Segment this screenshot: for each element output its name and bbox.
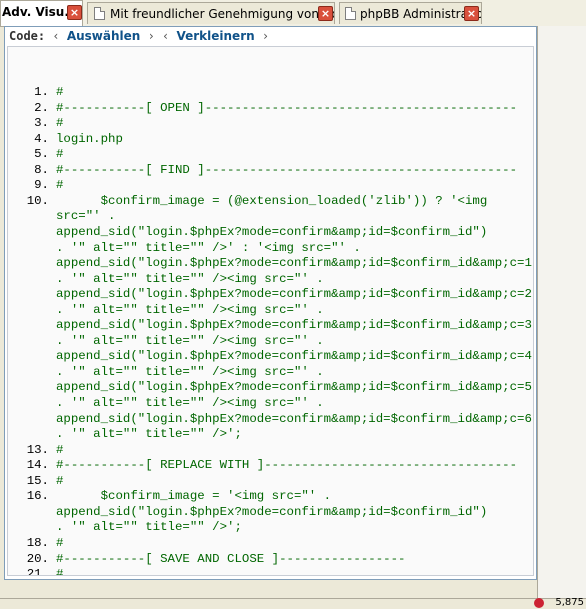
right-pane-edge — [537, 26, 586, 600]
code-line: # — [56, 178, 64, 193]
line-number: 9. — [34, 178, 49, 193]
line-number: 16. — [26, 489, 49, 504]
code-line: src="' . — [56, 209, 116, 224]
code-panel: Code: ‹ Auswählen › ‹ Verkleinern › 1. #2… — [4, 26, 537, 580]
code-line: . '" alt="" title="" /><img src="' . — [56, 333, 324, 348]
code-line: # — [56, 567, 64, 576]
code-line: #-----------[ REPLACE WITH ]------------… — [56, 458, 518, 473]
line-number: 21. — [26, 567, 49, 576]
line-number: 20. — [26, 551, 49, 566]
status-text: 5,875 — [555, 597, 584, 608]
code-line: append_sid("login.$phpEx?mode=confirm&am… — [56, 224, 488, 239]
line-number: 1. — [34, 85, 49, 99]
code-line: append_sid("login.$phpEx?mode=confirm&am… — [56, 380, 534, 395]
line-number: 15. — [26, 473, 49, 488]
status-bar: 5,875 — [0, 597, 586, 609]
code-line: append_sid("login.$phpEx?mode=confirm&am… — [56, 318, 534, 333]
code-line: # — [56, 535, 64, 550]
code-line: append_sid("login.$phpEx?mode=confirm&am… — [56, 287, 534, 302]
code-line: $confirm_image = '<img src="' . — [56, 489, 332, 504]
code-line: # — [56, 147, 64, 162]
tab-adv-visu[interactable]: Adv. Visu... × — [0, 0, 83, 26]
code-line: . '" alt="" title="" /><img src="' . — [56, 364, 324, 379]
code-line: . '" alt="" title="" /><img src="' . — [56, 271, 324, 286]
code-label: Code: — [9, 29, 46, 43]
tab-label: Mit freundlicher Genehmigung von Udo ... — [110, 7, 334, 21]
code-line: # — [56, 85, 64, 99]
code-line: append_sid("login.$phpEx?mode=confirm&am… — [56, 349, 534, 364]
tab-close-icon[interactable]: × — [464, 6, 479, 21]
line-number: 8. — [34, 162, 49, 177]
line-number: 14. — [26, 458, 49, 473]
code-line: . '" alt="" title="" />' : '<img src="' … — [56, 240, 361, 255]
code-line: append_sid("login.$phpEx?mode=confirm&am… — [56, 411, 534, 426]
select-all-link[interactable]: Auswählen — [67, 29, 141, 43]
code-line: #-----------[ FIND ]--------------------… — [56, 162, 518, 177]
line-number: 18. — [26, 535, 49, 550]
status-icon — [534, 598, 544, 608]
code-line: . '" alt="" title="" /><img src="' . — [56, 302, 324, 317]
line-number: 5. — [34, 147, 49, 162]
tab-mit-freundlicher[interactable]: Mit freundlicher Genehmigung von Udo ...… — [87, 2, 335, 24]
code-line: # — [56, 442, 64, 457]
bracket-open: ‹ — [52, 29, 60, 43]
tab-close-icon[interactable]: × — [67, 5, 82, 20]
code-line: . '" alt="" title="" />'; — [56, 427, 242, 442]
document-icon — [345, 7, 356, 20]
code-line: #-----------[ SAVE AND CLOSE ]----------… — [56, 551, 406, 566]
code-line: # — [56, 473, 64, 488]
code-box[interactable]: 1. #2. #-----------[ OPEN ]---------------… — [7, 46, 534, 576]
code-header: Code: ‹ Auswählen › ‹ Verkleinern › — [5, 27, 536, 45]
bracket-middle: › ‹ — [147, 29, 170, 43]
line-number: 3. — [34, 116, 49, 131]
tab-phpbb-administration[interactable]: phpBB Administration × — [339, 2, 482, 24]
line-number: 10. — [26, 193, 49, 208]
browser-tab-bar: Adv. Visu... × Mit freundlicher Genehmig… — [0, 0, 586, 27]
document-icon — [94, 7, 105, 20]
tab-close-icon[interactable]: × — [318, 6, 333, 21]
shrink-link[interactable]: Verkleinern — [176, 29, 254, 43]
code-line: $confirm_image = (@extension_loaded('zli… — [56, 193, 488, 208]
code-line: # — [56, 116, 64, 131]
code-line: . '" alt="" title="" /><img src="' . — [56, 396, 324, 410]
code-line: append_sid("login.$phpEx?mode=confirm&am… — [56, 504, 488, 519]
code-line: append_sid("login.$phpEx?mode=confirm&am… — [56, 256, 534, 271]
code-line: . '" alt="" title="" />'; — [56, 520, 242, 535]
line-number: 4. — [34, 131, 49, 146]
bracket-close: › — [261, 29, 270, 43]
line-number: 13. — [26, 442, 49, 457]
code-line: login.php — [56, 131, 123, 146]
line-number: 2. — [34, 100, 49, 115]
code-line: #-----------[ OPEN ]--------------------… — [56, 100, 518, 115]
